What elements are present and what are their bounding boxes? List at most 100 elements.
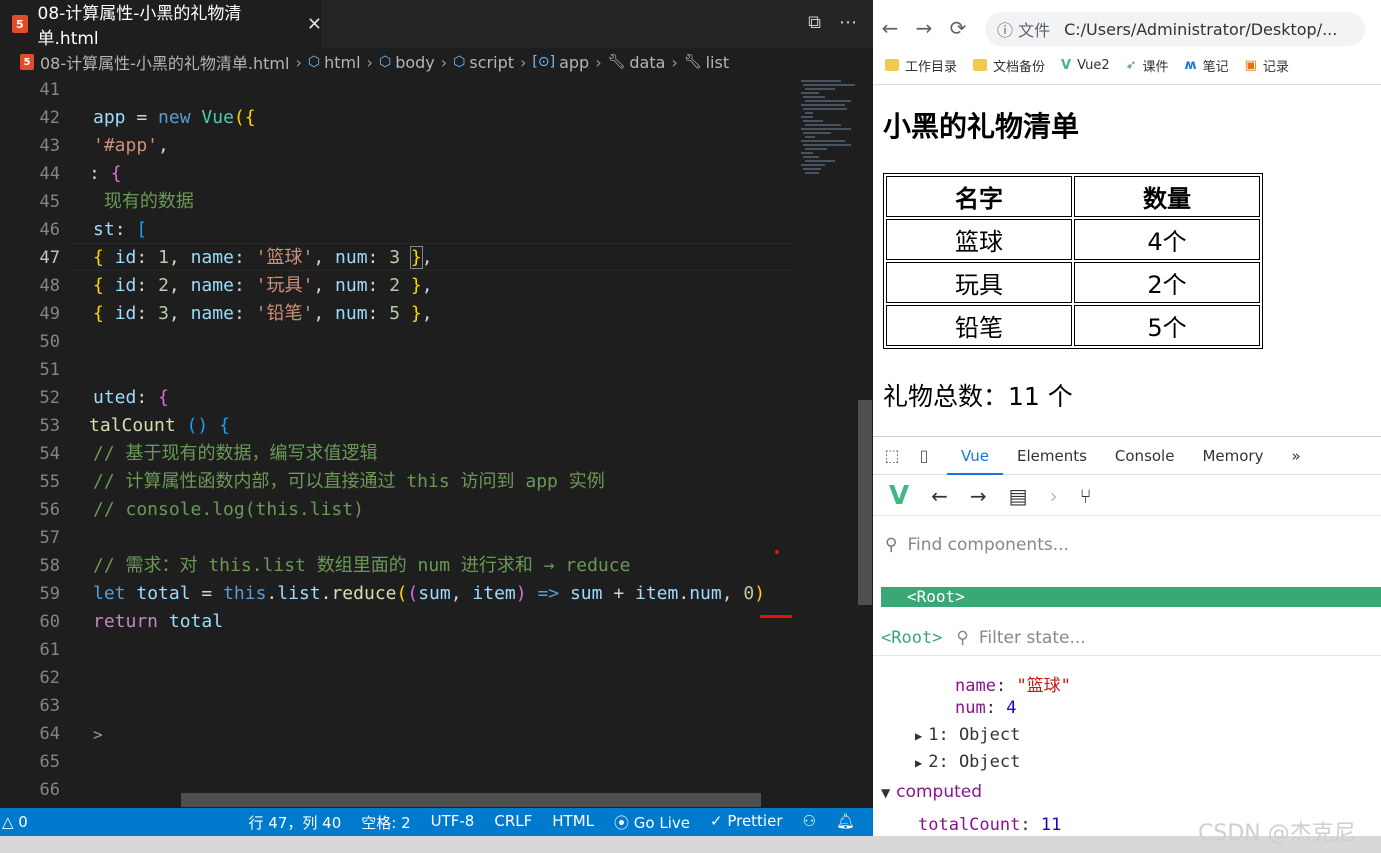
bookmark-item[interactable]: ʍ 笔记 <box>1185 56 1229 75</box>
editor-tab[interactable]: 5 08-计算属性-小黑的礼物清单.html ✕ <box>0 0 322 49</box>
line-number: 43 <box>39 136 60 156</box>
address-text: C:/Users/Administrator/Desktop/... <box>1064 19 1338 39</box>
go-live-button[interactable]: ⦿ Go Live <box>614 812 690 833</box>
selected-component-label: <Root> <box>881 627 943 648</box>
breadcrumb-item-data[interactable]: 🔧︎ data <box>608 53 666 72</box>
tab-title: 08-计算属性-小黑的礼物清单.html <box>37 4 242 49</box>
inspector-icon[interactable]: ▤ <box>1009 484 1028 508</box>
breadcrumb-item-body[interactable]: ⬡ body <box>379 53 435 72</box>
search-icon: ⚲ <box>956 627 969 648</box>
breadcrumb-item-html[interactable]: ⬡ html <box>308 53 361 72</box>
table-header: 名字 <box>886 176 1072 217</box>
minimap-line <box>803 168 821 170</box>
device-toggle-icon[interactable]: ▯ <box>911 446 937 465</box>
problems-count[interactable]: △ 0 <box>0 813 28 831</box>
encoding[interactable]: UTF-8 <box>431 812 475 833</box>
bookmark-item[interactable]: 工作目录 <box>885 56 957 75</box>
minimap-line <box>801 92 819 94</box>
tab-memory[interactable]: Memory <box>1188 437 1277 475</box>
code-line: > <box>93 725 103 744</box>
html-file-icon: 5 <box>20 54 34 70</box>
prettier-status[interactable]: ✓ Prettier <box>710 812 783 833</box>
table-header-row: 名字 数量 <box>886 176 1260 217</box>
split-editor-icon[interactable]: ⧉ <box>808 12 821 33</box>
minimap-line <box>803 132 831 134</box>
vertical-scrollbar[interactable] <box>858 400 872 605</box>
horizontal-scrollbar[interactable] <box>181 793 761 807</box>
more-actions-icon[interactable]: ⋯ <box>839 12 857 33</box>
code-line: { id: 3, name: '铅笔', num: 5 }, <box>93 303 433 324</box>
filter-state-input[interactable]: <Root> ⚲ Filter state... <box>873 620 1381 656</box>
cursor-position[interactable]: 行 47，列 40 <box>249 812 342 833</box>
inspect-icon[interactable]: ⬚ <box>879 446 905 465</box>
table-cell: 篮球 <box>886 219 1072 260</box>
bookmark-item[interactable]: ➶ 课件 <box>1126 56 1169 75</box>
breadcrumb-item-app[interactable]: [⊙] app <box>532 53 589 72</box>
forward-icon[interactable]: → <box>970 484 987 508</box>
code-line: // 基于现有的数据，编写求值逻辑 <box>93 443 378 464</box>
line-number: 58 <box>39 556 60 576</box>
root-component-item[interactable]: <Root> <box>881 587 1381 607</box>
breadcrumb-item-script[interactable]: ⬡ script <box>453 53 514 72</box>
reload-icon[interactable]: ⟳ <box>941 16 975 40</box>
line-number: 65 <box>39 752 60 772</box>
minimap-line <box>805 100 851 102</box>
minimap-line <box>801 164 825 166</box>
back-icon[interactable]: ← <box>931 484 948 508</box>
expand-icon[interactable]: ▶ <box>915 729 922 743</box>
back-icon[interactable]: ← <box>873 16 907 40</box>
address-bar[interactable]: ⓘ 文件 C:/Users/Administrator/Desktop/... <box>985 12 1365 46</box>
bookmark-item[interactable]: V Vue2 <box>1061 58 1110 73</box>
search-icon: ⚲ <box>885 535 898 555</box>
bookmark-item[interactable]: 文档备份 <box>973 56 1045 75</box>
computed-entry: totalCount: 11 <box>918 815 1062 835</box>
chevron-right-icon: › <box>1049 483 1058 508</box>
table-cell: 4个 <box>1074 219 1260 260</box>
notes-icon: ʍ <box>1184 57 1197 73</box>
gift-table: 名字 数量 篮球 4个 玩具 2个 铅笔 5个 <box>883 173 1263 349</box>
bookmark-item[interactable]: ▣ 记录 <box>1245 56 1289 75</box>
component-tree-icon[interactable]: ⑂ <box>1080 484 1092 508</box>
close-icon[interactable]: ✕ <box>307 14 322 35</box>
forward-icon[interactable]: → <box>907 16 941 40</box>
tab-elements[interactable]: Elements <box>1003 437 1101 475</box>
minimap-line <box>801 152 813 154</box>
code-line: { id: 1, name: '篮球', num: 3 }, <box>93 246 433 269</box>
line-ending[interactable]: CRLF <box>494 812 532 833</box>
browser-toolbar: ← → ⟳ ⓘ 文件 C:/Users/Administrator/Deskto… <box>873 8 1381 48</box>
code-editor[interactable]: 5 08-计算属性-小黑的礼物清单.html ✕ ⧉ ⋯ 5 08-计算属性-小黑… <box>0 0 873 853</box>
cube-icon: ⬡ <box>307 54 321 70</box>
leaf-icon: ➶ <box>1125 57 1137 73</box>
computed-section-header[interactable]: ▼ computed <box>881 782 982 802</box>
code-line: app = new Vue({ <box>93 107 256 128</box>
line-number: 55 <box>39 472 60 492</box>
breadcrumb: 5 08-计算属性-小黑的礼物清单.html › ⬡ html › ⬡ body › … <box>0 48 873 76</box>
tab-console[interactable]: Console <box>1101 437 1189 475</box>
site-info-icon[interactable]: ⓘ 文件 <box>997 17 1050 41</box>
taskbar <box>0 836 1381 853</box>
minimap-line <box>803 144 851 146</box>
line-number: 49 <box>39 304 60 324</box>
breadcrumb-item-list[interactable]: 🔧︎ list <box>684 53 729 72</box>
expand-icon[interactable]: ▶ <box>915 756 922 770</box>
minimap-line <box>801 104 845 106</box>
code-line: '#app', <box>93 135 169 156</box>
broadcast-icon: ⦿ <box>614 813 634 832</box>
minimap-line <box>801 80 841 82</box>
more-tabs-icon[interactable]: » <box>1277 437 1314 475</box>
indentation[interactable]: 空格: 2 <box>361 812 410 833</box>
line-number: 44 <box>39 164 60 184</box>
person-icon[interactable]: ⚇ <box>803 812 816 833</box>
bell-icon[interactable]: 🔔︎ <box>836 812 855 833</box>
minimap[interactable] <box>795 76 857 806</box>
breadcrumb-item-file[interactable]: 5 08-计算属性-小黑的礼物清单.html <box>20 50 289 74</box>
find-components-input[interactable]: ⚲ Find components... <box>873 527 1381 563</box>
tab-vue[interactable]: Vue <box>947 437 1003 475</box>
line-number: 61 <box>39 640 60 660</box>
language-mode[interactable]: HTML <box>552 812 594 833</box>
collapse-icon[interactable]: ▼ <box>881 786 890 800</box>
folder-icon <box>885 59 899 71</box>
minimap-line <box>803 120 823 122</box>
state-entry-collapsible[interactable]: ▶ 2: Object <box>915 752 1020 772</box>
state-entry-collapsible[interactable]: ▶ 1: Object <box>915 725 1020 745</box>
